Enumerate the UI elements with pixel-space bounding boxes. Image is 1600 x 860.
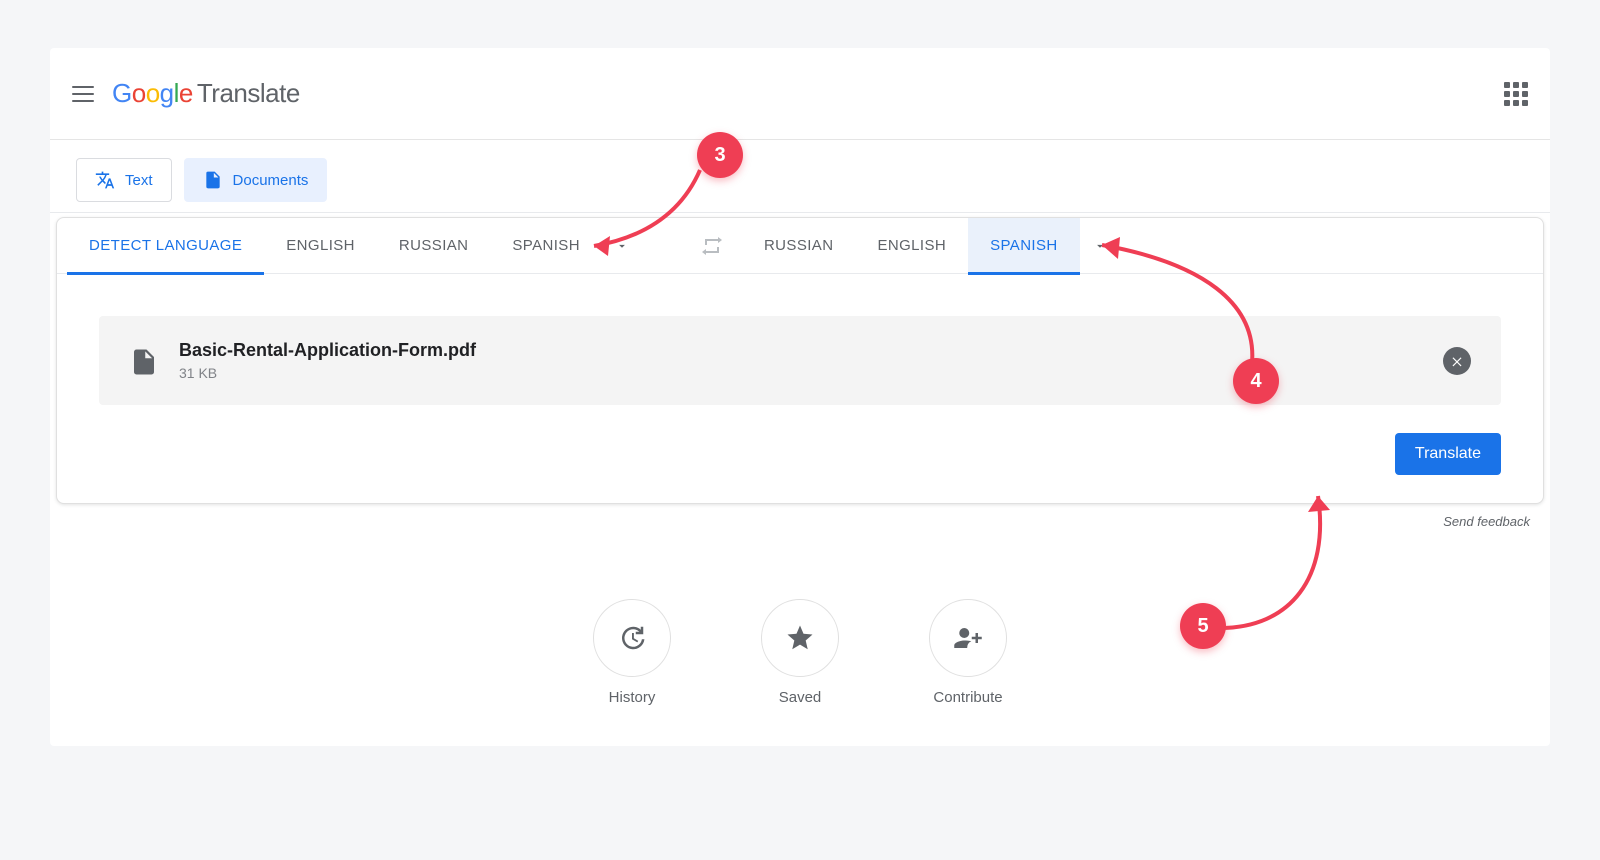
- source-detect-language[interactable]: DETECT LANGUAGE: [67, 218, 264, 274]
- target-lang-english[interactable]: ENGLISH: [855, 218, 968, 274]
- swap-languages[interactable]: [682, 218, 742, 274]
- chevron-down-icon: [615, 239, 629, 253]
- google-translate-logo: Google Translate: [112, 78, 300, 109]
- file-name: Basic-Rental-Application-Form.pdf: [179, 340, 1421, 361]
- target-lang-more[interactable]: [1080, 218, 1120, 274]
- mode-documents[interactable]: Documents: [184, 158, 328, 202]
- source-lang-spanish[interactable]: SPANISH: [490, 218, 602, 274]
- file-icon: [129, 344, 157, 378]
- footer-history[interactable]: History: [593, 599, 671, 706]
- translate-panel: DETECT LANGUAGE ENGLISH RUSSIAN SPANISH …: [56, 217, 1544, 504]
- document-icon: [203, 170, 223, 190]
- swap-icon: [700, 234, 724, 258]
- source-lang-more[interactable]: [602, 218, 642, 274]
- translate-button[interactable]: Translate: [1395, 433, 1501, 475]
- mode-bar: Text Documents: [50, 140, 1550, 213]
- mode-text[interactable]: Text: [76, 158, 172, 202]
- source-language-tabs: DETECT LANGUAGE ENGLISH RUSSIAN SPANISH: [67, 218, 642, 274]
- logo-product-name: Translate: [197, 78, 300, 109]
- app-frame: Google Translate Text Documents: [50, 48, 1550, 746]
- footer-history-label: History: [609, 689, 656, 706]
- footer-contribute[interactable]: Contribute: [929, 599, 1007, 706]
- footer-saved-label: Saved: [779, 689, 822, 706]
- remove-file-button[interactable]: [1443, 347, 1471, 375]
- history-icon: [617, 623, 647, 653]
- target-language-tabs: RUSSIAN ENGLISH SPANISH: [742, 218, 1120, 274]
- send-feedback-link[interactable]: Send feedback: [1443, 514, 1530, 529]
- file-size: 31 KB: [179, 365, 1421, 381]
- panel-body: Basic-Rental-Application-Form.pdf 31 KB …: [57, 274, 1543, 503]
- uploaded-file-card: Basic-Rental-Application-Form.pdf 31 KB: [99, 316, 1501, 405]
- people-icon: [953, 623, 983, 653]
- header: Google Translate: [50, 48, 1550, 140]
- mode-text-label: Text: [125, 172, 153, 189]
- target-lang-spanish[interactable]: SPANISH: [968, 218, 1080, 274]
- google-apps-icon[interactable]: [1504, 82, 1528, 106]
- source-lang-russian[interactable]: RUSSIAN: [377, 218, 490, 274]
- chevron-down-icon: [1093, 239, 1107, 253]
- star-icon: [785, 623, 815, 653]
- footer: History Saved Contribute: [50, 529, 1550, 746]
- translate-icon: [95, 170, 115, 190]
- menu-icon[interactable]: [72, 82, 96, 106]
- language-bar: DETECT LANGUAGE ENGLISH RUSSIAN SPANISH …: [57, 218, 1543, 274]
- footer-saved[interactable]: Saved: [761, 599, 839, 706]
- source-lang-english[interactable]: ENGLISH: [264, 218, 377, 274]
- footer-contribute-label: Contribute: [933, 689, 1002, 706]
- close-icon: [1450, 354, 1464, 368]
- mode-documents-label: Documents: [233, 172, 309, 189]
- target-lang-russian[interactable]: RUSSIAN: [742, 218, 855, 274]
